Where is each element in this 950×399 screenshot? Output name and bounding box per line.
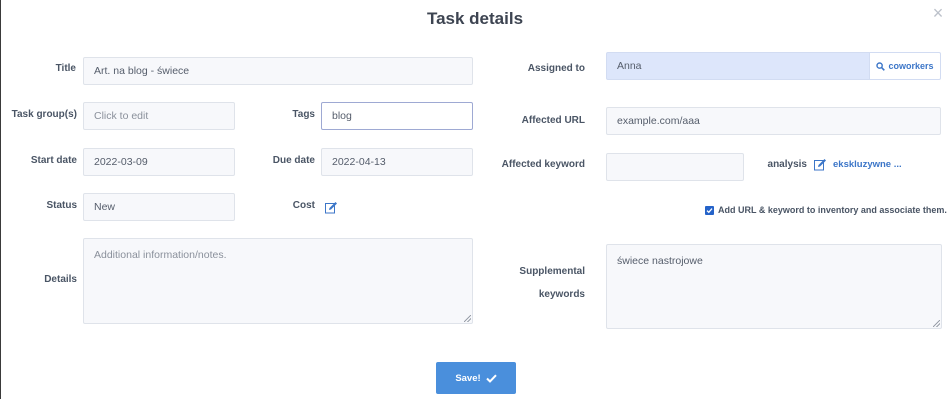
- close-icon[interactable]: ×: [930, 4, 946, 22]
- coworkers-button[interactable]: coworkers: [870, 52, 941, 80]
- affected-url-input[interactable]: example.com/aaa: [606, 107, 941, 135]
- supplemental-keywords-textarea[interactable]: świece nastrojowe: [606, 244, 942, 329]
- status-label: Status: [46, 200, 77, 211]
- task-groups-input[interactable]: Click to edit: [83, 102, 235, 130]
- details-placeholder: Additional information/notes.: [94, 249, 227, 261]
- affected-url-label: Affected URL: [521, 115, 585, 126]
- start-date-label: Start date: [30, 155, 77, 166]
- task-details-dialog: Task details × Title Art. na blog - świe…: [0, 0, 950, 399]
- resize-handle-icon[interactable]: [933, 320, 940, 327]
- search-icon: [876, 61, 886, 71]
- tags-input[interactable]: blog: [321, 102, 473, 130]
- window-edge: [0, 0, 1, 399]
- affected-keyword-label: Affected keyword: [501, 159, 585, 170]
- resize-handle-icon[interactable]: [464, 315, 471, 322]
- save-label: Save!: [455, 372, 481, 384]
- start-date-input[interactable]: 2022-03-09: [83, 148, 235, 176]
- affected-keyword-input[interactable]: [606, 153, 744, 181]
- details-textarea[interactable]: Additional information/notes.: [83, 238, 473, 324]
- tags-label: Tags: [292, 109, 315, 120]
- task-groups-label: Task group(s): [11, 109, 77, 120]
- supplemental-keywords-value: świece nastrojowe: [617, 255, 703, 267]
- coworkers-label: coworkers: [888, 61, 934, 71]
- due-date-input[interactable]: 2022-04-13: [321, 148, 473, 176]
- inventory-checkbox-label: Add URL & keyword to inventory and assoc…: [718, 205, 947, 215]
- dialog-title: Task details: [426, 9, 524, 28]
- assigned-to-input[interactable]: Anna: [606, 52, 870, 80]
- supplemental-keywords-label-line2: keywords: [538, 289, 585, 300]
- edit-cost-pencil-icon[interactable]: [325, 201, 338, 214]
- analysis-keyword-link[interactable]: ekskluzywne ...: [833, 159, 902, 170]
- edit-analysis-pencil-icon[interactable]: [814, 158, 827, 171]
- checkmark-icon: [706, 207, 713, 213]
- analysis-label: analysis: [767, 159, 807, 170]
- check-icon: [485, 374, 497, 383]
- inventory-checkbox[interactable]: [705, 205, 714, 215]
- status-select[interactable]: New: [83, 193, 235, 221]
- assigned-to-label: Assigned to: [527, 63, 585, 74]
- supplemental-keywords-label-line1: Supplemental: [519, 266, 585, 277]
- save-button[interactable]: Save!: [436, 362, 516, 394]
- cost-label: Cost: [292, 200, 315, 211]
- inventory-checkbox-row[interactable]: Add URL & keyword to inventory and assoc…: [705, 205, 947, 215]
- title-input[interactable]: Art. na blog - świece: [83, 57, 473, 85]
- title-label: Title: [55, 63, 76, 74]
- details-label: Details: [44, 274, 77, 285]
- due-date-label: Due date: [272, 155, 315, 166]
